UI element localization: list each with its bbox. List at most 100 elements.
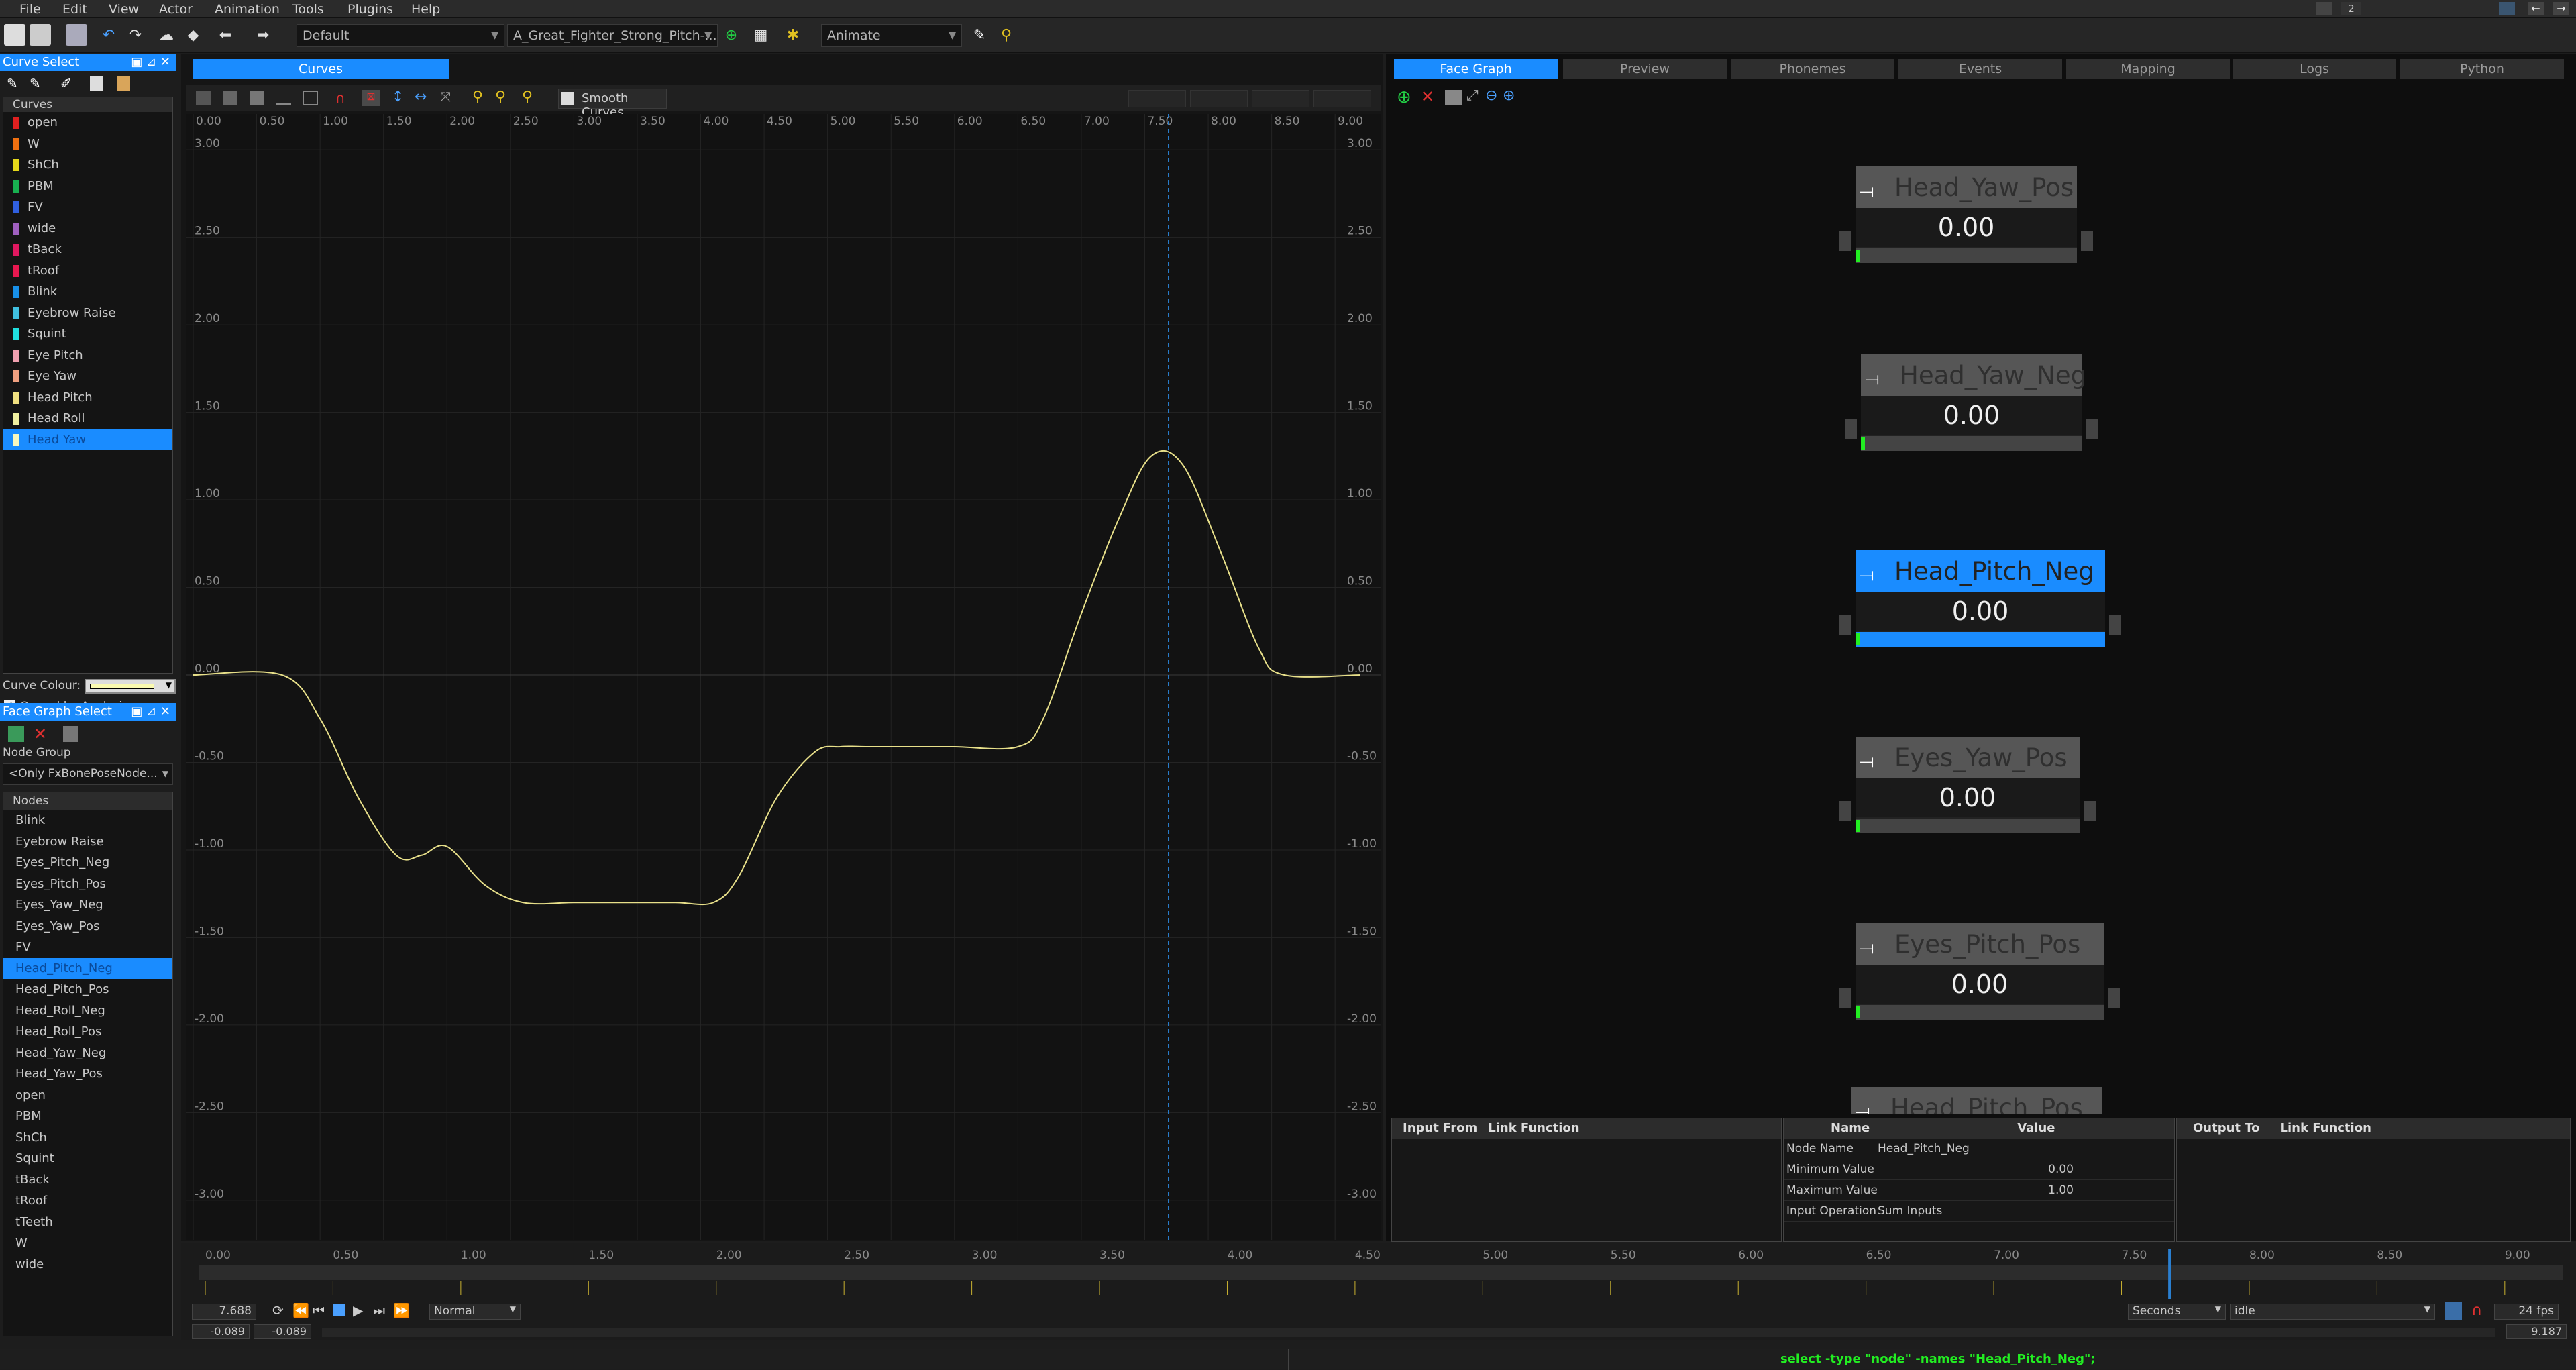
key-remove-icon[interactable]: ⚲ (495, 89, 514, 107)
input-port[interactable] (1839, 615, 1851, 635)
node-list-item[interactable]: tTeeth (3, 1212, 172, 1233)
paste-icon[interactable] (117, 76, 130, 91)
node-list-item[interactable]: Eyes_Pitch_Neg (3, 852, 172, 874)
skip-start-icon[interactable]: ⏮ (313, 1302, 325, 1318)
tab-phonemes[interactable]: Phonemes (1731, 59, 1894, 79)
tab-logs[interactable]: Logs (2233, 59, 2396, 79)
link-icon[interactable]: ⤢ (1466, 87, 1479, 104)
magnet-icon[interactable]: ∩ (2471, 1302, 2482, 1319)
add-node-icon[interactable] (8, 726, 24, 742)
back-icon[interactable]: ← (2528, 2, 2544, 15)
node-list-item[interactable]: PBM (3, 1106, 172, 1127)
fit-all-icon[interactable]: ⤧ (440, 89, 459, 107)
tangent-in-field[interactable] (1252, 90, 1309, 107)
pin-icon[interactable]: ⚲ (996, 24, 1017, 46)
node-list-item[interactable]: Head_Pitch_Neg (3, 957, 172, 979)
key-time-field[interactable] (1128, 90, 1186, 107)
curve-item[interactable]: Eyebrow Raise (3, 303, 172, 324)
cut-icon[interactable] (196, 91, 211, 105)
tangent-out-field[interactable] (1313, 90, 1371, 107)
anim-state-combo[interactable]: idle ▼ (2230, 1304, 2435, 1320)
rewind-icon[interactable]: ⏪ (292, 1302, 309, 1318)
input-port[interactable] (1845, 419, 1857, 439)
node-list-item[interactable]: tBack (3, 1169, 172, 1191)
frame-icon[interactable] (1445, 90, 1462, 105)
node-value[interactable]: 0.00 (1856, 778, 2080, 817)
animation-combo[interactable]: A_Great_Fighter_Strong_Pitch-... ▼ (507, 24, 718, 47)
forward-icon[interactable]: → (2553, 2, 2569, 15)
end-time-field[interactable]: 9.187 (2506, 1324, 2567, 1339)
fit-vertical-icon[interactable]: ↕ (392, 89, 408, 107)
node-value[interactable]: 0.00 (1861, 396, 2082, 435)
graph-node-head-pitch-pos-partial[interactable]: ⟞ Head_Pitch_Pos (1851, 1087, 2102, 1114)
tab-curves[interactable]: Curves (193, 59, 449, 79)
batch-icon[interactable]: ▦ (750, 24, 771, 46)
nav-forward-icon[interactable]: ➡ (252, 24, 274, 46)
snap-icon[interactable]: ⊠ (362, 90, 380, 106)
curve-item[interactable]: tRoof (3, 260, 172, 282)
copy-icon[interactable] (90, 76, 103, 91)
menu-help[interactable]: Help (411, 2, 440, 17)
linear-icon[interactable] (276, 91, 291, 105)
curve-item[interactable]: tBack (3, 239, 172, 260)
node-value[interactable]: 0.00 (1856, 208, 2077, 247)
skip-end-icon[interactable]: ⏭ (373, 1302, 385, 1318)
node-list-item[interactable]: W (3, 1232, 172, 1254)
node-list-item[interactable]: FV (3, 937, 172, 958)
node-list-item[interactable]: ShCh (3, 1127, 172, 1149)
window-icon[interactable] (2499, 2, 2515, 15)
key-tool-icon[interactable]: ✎ (969, 24, 990, 46)
zoom-out-icon[interactable]: ⊖ (1485, 87, 1497, 104)
property-value[interactable]: 0.00 (2048, 1159, 2074, 1179)
node-list-item[interactable]: Eyebrow Raise (3, 831, 172, 853)
menu-edit[interactable]: Edit (62, 2, 87, 17)
refresh-icon[interactable] (2445, 1302, 2462, 1320)
tab-python[interactable]: Python (2400, 59, 2564, 79)
mode-combo[interactable]: Animate ▼ (821, 24, 962, 47)
node-value[interactable]: 0.00 (1856, 592, 2105, 631)
curve-item[interactable]: Eye Pitch (3, 345, 172, 366)
node-value[interactable]: 0.00 (1856, 965, 2104, 1004)
delete-icon[interactable]: ✕ (1421, 87, 1434, 106)
input-port[interactable] (1839, 231, 1851, 251)
smooth-curves-button[interactable]: Smooth Curves (558, 89, 667, 119)
menu-plugins[interactable]: Plugins (347, 2, 393, 17)
pencil-add-icon[interactable]: ✎ (30, 75, 47, 93)
node-list-item[interactable]: Eyes_Yaw_Neg (3, 894, 172, 916)
output-port[interactable] (2081, 231, 2093, 251)
pencil-remove-icon[interactable]: ✐ (60, 75, 78, 93)
input-port[interactable] (1839, 988, 1851, 1008)
curve-item[interactable]: Head Pitch (3, 387, 172, 409)
curve-item[interactable]: open (3, 112, 172, 134)
menu-view[interactable]: View (109, 2, 139, 17)
redo-icon[interactable]: ↷ (125, 24, 146, 46)
key-value-field[interactable] (1190, 90, 1248, 107)
node-list-item[interactable]: open (3, 1085, 172, 1106)
analysis-icon[interactable]: ✱ (782, 24, 804, 46)
value-min-field[interactable]: -0.089 (192, 1324, 250, 1339)
property-value[interactable]: 1.00 (2048, 1180, 2074, 1200)
output-port[interactable] (2109, 615, 2121, 635)
curve-item[interactable]: Head Roll (3, 408, 172, 429)
save-node-icon[interactable] (63, 726, 78, 742)
menu-tools[interactable]: Tools (292, 2, 324, 17)
tab-events[interactable]: Events (1898, 59, 2062, 79)
save-icon[interactable] (66, 24, 87, 46)
curve-item[interactable]: ShCh (3, 154, 172, 176)
fast-forward-icon[interactable]: ⏩ (393, 1302, 410, 1318)
graph-node-eyes-yaw-pos[interactable]: ⟞ Eyes_Yaw_Pos 0.00 (1839, 737, 2096, 833)
nav-back-icon[interactable]: ⬅ (215, 24, 236, 46)
curve-item[interactable]: PBM (3, 176, 172, 197)
tab-mapping[interactable]: Mapping (2066, 59, 2230, 79)
play-icon[interactable]: ▶ (353, 1302, 363, 1318)
layout-combo[interactable]: Default ▼ (297, 24, 504, 47)
node-list-item[interactable]: tRoof (3, 1190, 172, 1212)
menu-animation[interactable]: Animation (215, 2, 280, 17)
fit-horizontal-icon[interactable]: ↔ (415, 89, 433, 107)
tab-face-graph[interactable]: Face Graph (1394, 59, 1558, 79)
node-group-combo[interactable]: <Only FxBonePoseNode... ▼ (3, 763, 173, 785)
node-list-item[interactable]: Blink (3, 810, 172, 831)
curve-item[interactable]: wide (3, 218, 172, 240)
delete-node-icon[interactable]: ✕ (34, 725, 47, 743)
speed-combo[interactable]: Normal ▼ (429, 1304, 521, 1320)
